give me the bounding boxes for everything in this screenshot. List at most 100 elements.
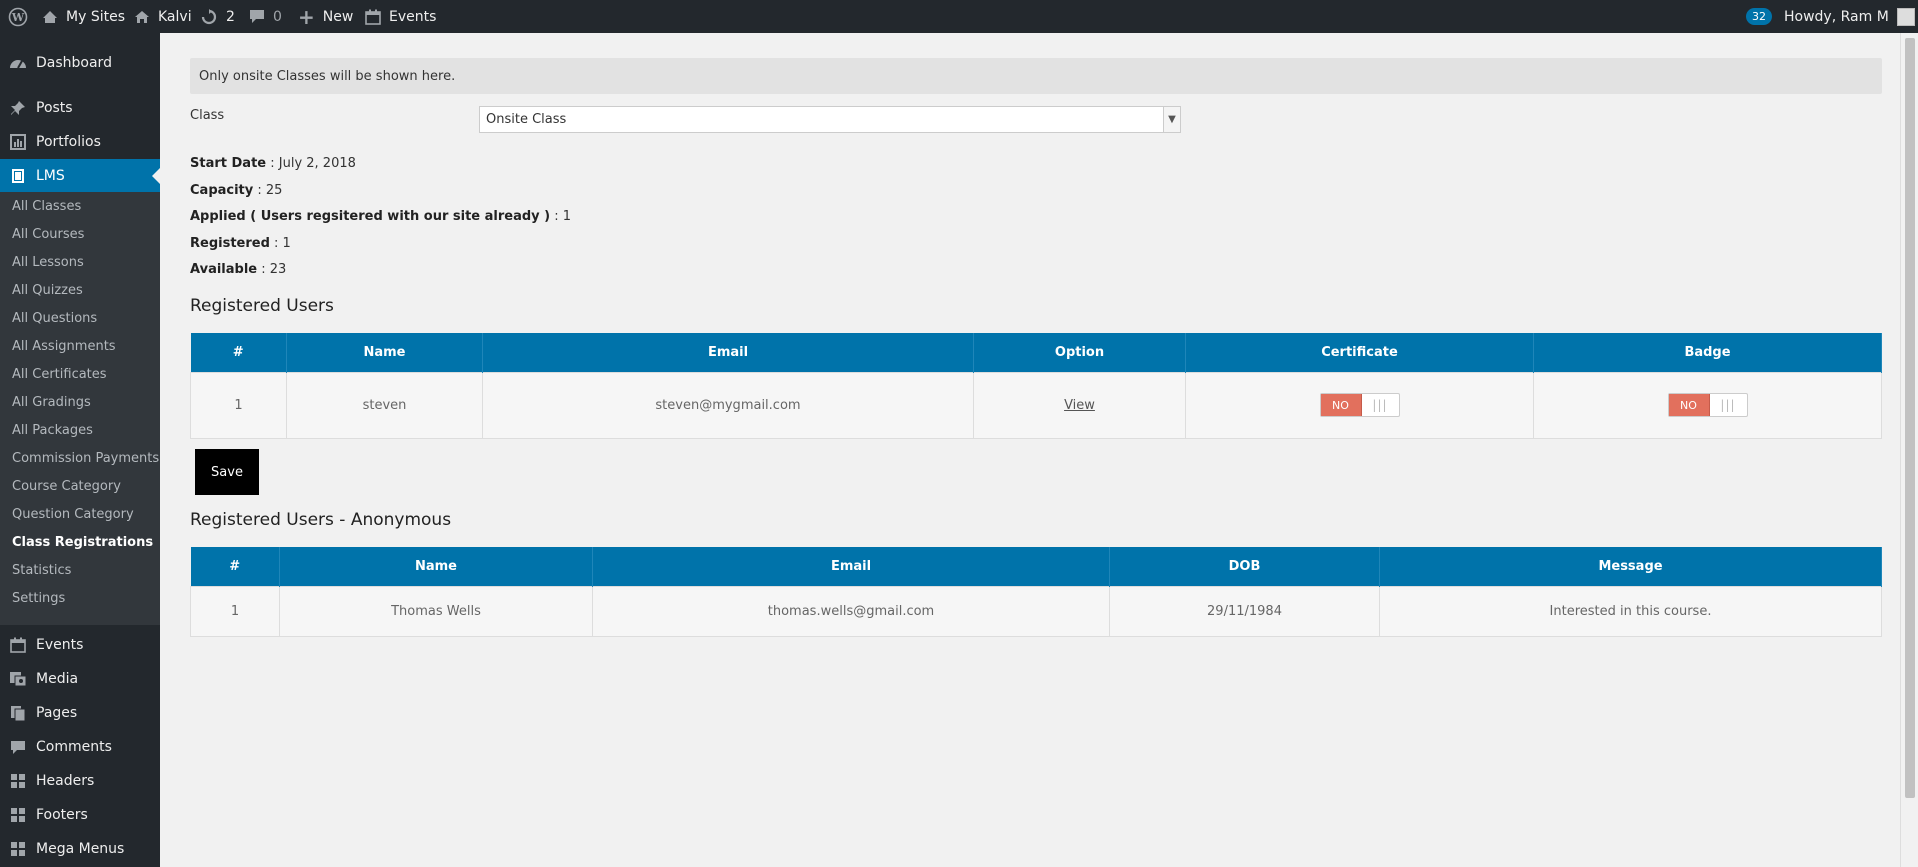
new-content-menu[interactable]: + New bbox=[298, 0, 353, 33]
book-icon bbox=[0, 168, 36, 184]
wordpress-logo-icon[interactable]: W bbox=[8, 0, 28, 33]
row-number: 1 bbox=[190, 371, 287, 439]
column-header: Certificate bbox=[1185, 333, 1534, 372]
submenu-course-category[interactable]: Course Category bbox=[12, 477, 121, 497]
my-sites-menu[interactable]: My Sites bbox=[42, 0, 125, 33]
submenu-all-questions[interactable]: All Questions bbox=[12, 309, 97, 329]
svg-text:W: W bbox=[11, 11, 25, 24]
anon-message: Interested in this course. bbox=[1379, 585, 1882, 637]
menu-posts[interactable]: Posts bbox=[0, 91, 160, 125]
submenu-statistics[interactable]: Statistics bbox=[12, 561, 71, 581]
submenu-commission-payments[interactable]: Commission Payments bbox=[12, 449, 159, 469]
menu-footers[interactable]: Footers bbox=[0, 798, 160, 832]
class-select[interactable]: Onsite Class ▼ bbox=[479, 106, 1181, 133]
certificate-toggle[interactable]: NO ||| bbox=[1319, 393, 1400, 417]
submenu-all-packages[interactable]: All Packages bbox=[12, 421, 93, 441]
page-scrollbar[interactable] bbox=[1900, 33, 1918, 867]
menu-dashboard-label: Dashboard bbox=[36, 55, 112, 71]
column-header: # bbox=[190, 333, 287, 372]
option-cell: View bbox=[973, 371, 1186, 439]
toggle-grip-icon: ||| bbox=[1720, 398, 1736, 412]
registered-users-table: # Name Email Option Certificate Badge 1 … bbox=[190, 333, 1882, 439]
home-icon bbox=[134, 10, 150, 24]
menu-lms[interactable]: LMS bbox=[0, 159, 160, 193]
capacity-value: : 25 bbox=[253, 183, 283, 198]
menu-comments[interactable]: Comments bbox=[0, 730, 160, 764]
admin-sidebar: Dashboard Posts Portfolios LMS All Class… bbox=[0, 33, 160, 867]
applied-label: Applied ( Users regsitered with our site… bbox=[190, 209, 551, 224]
registered-value: : 1 bbox=[269, 236, 291, 251]
menu-comments-label: Comments bbox=[36, 739, 112, 755]
table-row: 1 steven steven@mygmail.com View NO ||| … bbox=[190, 371, 1882, 439]
column-header: DOB bbox=[1109, 547, 1380, 586]
anon-name: Thomas Wells bbox=[279, 585, 593, 637]
menu-pages[interactable]: Pages bbox=[0, 696, 160, 730]
applied-row: Applied ( Users regsitered with our site… bbox=[190, 209, 571, 224]
submenu-question-category[interactable]: Question Category bbox=[12, 505, 134, 525]
pushpin-icon bbox=[0, 100, 36, 116]
account-menu[interactable]: 32 Howdy, Ram M bbox=[1746, 0, 1915, 33]
registered-users-title: Registered Users bbox=[190, 296, 334, 316]
column-header: Name bbox=[279, 547, 593, 586]
column-header: Email bbox=[482, 333, 974, 372]
events-label: Events bbox=[389, 8, 437, 25]
grid-icon bbox=[0, 773, 36, 789]
column-header: Badge bbox=[1533, 333, 1882, 372]
submenu-all-assignments[interactable]: All Assignments bbox=[12, 337, 116, 357]
menu-portfolios[interactable]: Portfolios bbox=[0, 125, 160, 159]
badge-toggle[interactable]: NO ||| bbox=[1667, 393, 1748, 417]
submenu-all-courses[interactable]: All Courses bbox=[12, 225, 84, 245]
menu-pages-label: Pages bbox=[36, 705, 78, 721]
menu-events-label: Events bbox=[36, 637, 84, 653]
save-button[interactable]: Save bbox=[195, 449, 259, 495]
grid-icon bbox=[0, 841, 36, 857]
comment-bubble-icon bbox=[249, 9, 265, 24]
badge-cell: NO ||| bbox=[1533, 371, 1882, 439]
updates-count: 2 bbox=[226, 8, 235, 25]
grid-icon bbox=[0, 807, 36, 823]
submenu-all-classes[interactable]: All Classes bbox=[12, 197, 81, 217]
menu-lms-label: LMS bbox=[36, 168, 65, 184]
anonymous-users-table: # Name Email DOB Message 1 Thomas Wells … bbox=[190, 547, 1882, 637]
available-value: : 23 bbox=[257, 262, 287, 277]
submenu-settings[interactable]: Settings bbox=[12, 589, 65, 609]
menu-mega-menus-label: Mega Menus bbox=[36, 841, 125, 857]
my-sites-label: My Sites bbox=[66, 8, 125, 25]
submenu-all-quizzes[interactable]: All Quizzes bbox=[12, 281, 83, 301]
capacity-label: Capacity bbox=[190, 183, 254, 198]
view-link[interactable]: View bbox=[1064, 398, 1095, 413]
events-menu[interactable]: Events bbox=[365, 0, 436, 33]
scrollbar-thumb[interactable] bbox=[1905, 38, 1915, 798]
submenu-class-registrations[interactable]: Class Registrations bbox=[12, 533, 153, 553]
applied-value: : 1 bbox=[550, 209, 572, 224]
menu-mega-menus[interactable]: Mega Menus bbox=[0, 832, 160, 866]
notification-badge[interactable]: 32 bbox=[1746, 8, 1772, 25]
user-name: steven bbox=[286, 371, 483, 439]
comments-menu[interactable]: 0 bbox=[249, 0, 282, 33]
chevron-down-icon[interactable]: ▼ bbox=[1163, 107, 1180, 132]
updates-menu[interactable]: 2 bbox=[200, 0, 235, 33]
menu-dashboard[interactable]: Dashboard bbox=[0, 46, 160, 80]
calendar-icon bbox=[365, 9, 381, 25]
menu-headers[interactable]: Headers bbox=[0, 764, 160, 798]
dashboard-icon bbox=[0, 55, 36, 71]
registered-row: Registered : 1 bbox=[190, 236, 291, 251]
media-icon bbox=[0, 671, 36, 687]
start-date-label: Start Date bbox=[190, 156, 267, 171]
main-content: Only onsite Classes will be shown here. … bbox=[160, 33, 1900, 867]
class-label: Class bbox=[190, 108, 225, 123]
submenu-all-lessons[interactable]: All Lessons bbox=[12, 253, 84, 273]
menu-media[interactable]: Media bbox=[0, 662, 160, 696]
available-row: Available : 23 bbox=[190, 262, 286, 277]
lms-submenu: All Classes All Courses All Lessons All … bbox=[0, 192, 160, 625]
submenu-all-certificates[interactable]: All Certificates bbox=[12, 365, 107, 385]
calendar-icon bbox=[0, 637, 36, 653]
menu-posts-label: Posts bbox=[36, 100, 73, 116]
certificate-cell: NO ||| bbox=[1185, 371, 1534, 439]
submenu-all-gradings[interactable]: All Gradings bbox=[12, 393, 91, 413]
registered-label: Registered bbox=[190, 236, 270, 251]
column-header: Email bbox=[592, 547, 1110, 586]
site-name-menu[interactable]: Kalvi bbox=[134, 0, 192, 33]
anon-email: thomas.wells@gmail.com bbox=[592, 585, 1110, 637]
menu-events[interactable]: Events bbox=[0, 628, 160, 662]
